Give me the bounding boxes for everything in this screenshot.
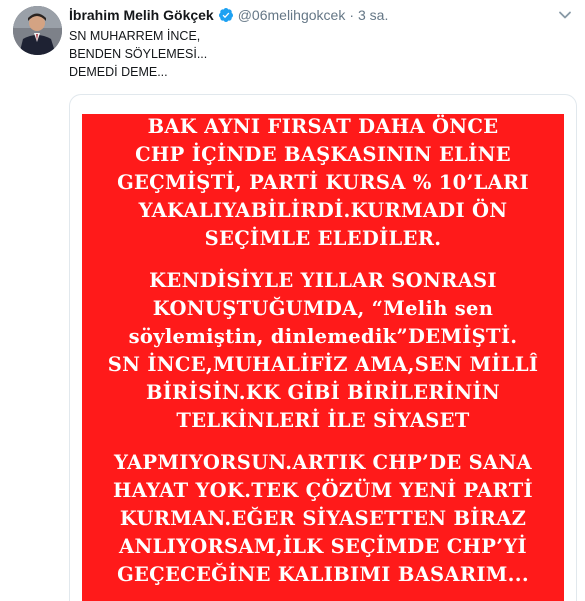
tweet-text-line: SN MUHARREM İNCE,: [69, 29, 201, 43]
poster-text-line: BAK AYNI FIRSAT DAHA ÖNCE: [147, 115, 499, 138]
tweet-media-image[interactable]: BAK AYNI FIRSAT DAHA ÖNCE CHP İÇİNDE BAŞ…: [69, 94, 577, 601]
poster-text-line: BİRİSİN.KK GİBİ BİRİLERİNİN: [145, 381, 501, 404]
verified-badge-icon: [218, 7, 234, 23]
tweet-card[interactable]: İbrahim Melih Gökçek @06melihgokcek · 3 …: [0, 0, 585, 601]
poster-text-line: ANLIYORSAM,İLK SEÇİMDE CHP’Yİ: [119, 535, 527, 558]
avatar[interactable]: [13, 6, 62, 55]
poster-text-line: KURMAN.EĞER SİYASETTEN BİRAZ: [119, 507, 527, 530]
tweet-timestamp[interactable]: 3 sa.: [358, 7, 388, 23]
poster-text-line: YAPMIYORSUN.ARTIK CHP’DE SANA: [114, 451, 532, 474]
red-text-poster: BAK AYNI FIRSAT DAHA ÖNCE CHP İÇİNDE BAŞ…: [82, 114, 564, 601]
author-name[interactable]: İbrahim Melih Gökçek: [69, 7, 214, 23]
tweet-text: SN MUHARREM İNCE, BENDEN SÖYLEMESİ... DE…: [69, 27, 207, 81]
poster-text-line: SEÇİMLE ELEDİLER.: [204, 227, 442, 250]
poster-text-line: SN İNCE,MUHALİFİZ AMA,SEN MİLLÎ: [107, 353, 539, 376]
poster-text-line: KONUŞTUĞUMDA, “Melih sen: [152, 297, 494, 320]
tweet-text-line: BENDEN SÖYLEMESİ...: [69, 47, 208, 61]
poster-text-line: KENDİSİYLE YILLAR SONRASI: [149, 269, 497, 292]
chevron-down-icon[interactable]: [558, 8, 572, 22]
tweet-header: İbrahim Melih Gökçek @06melihgokcek · 3 …: [69, 6, 388, 24]
poster-text-line: GEÇMİŞTİ, PARTİ KURSA % 10’LARI: [117, 171, 529, 194]
poster-text-line: CHP İÇİNDE BAŞKASININ ELİNE: [135, 143, 511, 166]
tweet-text-line: DEMEDİ DEME...: [69, 65, 168, 79]
poster-text-line: söylemiştin, dinlemedik”DEMİŞTİ.: [128, 325, 518, 348]
separator-dot: ·: [349, 7, 354, 23]
poster-text-line: YAKALIYABİLİRDİ.KURMADI ÖN: [138, 199, 508, 222]
poster-text-line: TELKİNLERİ İLE SİYASET: [176, 409, 470, 432]
avatar-image: [13, 6, 62, 55]
poster-text-line: GEÇECEĞİNE KALIBIMI BASARIM...: [117, 563, 529, 586]
poster-text-line: HAYAT YOK.TEK ÇÖZÜM YENİ PARTİ: [113, 479, 533, 502]
author-handle[interactable]: @06melihgokcek: [238, 7, 346, 23]
